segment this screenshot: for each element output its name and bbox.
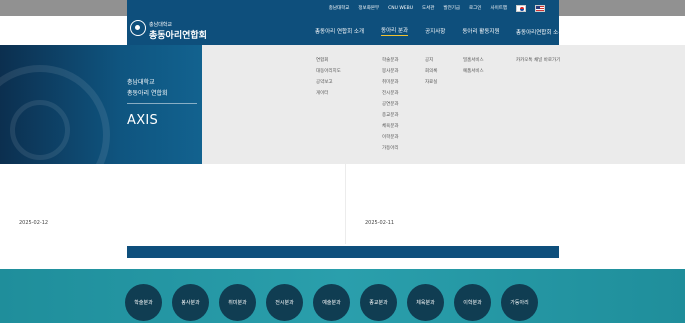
submenu-clubs: 학술분과 봉사분과 취미분과 전시분과 공연분과 종교분과 체육분과 이학분과 … [382, 58, 399, 152]
category-religion-button[interactable]: 종교분과 [360, 284, 397, 321]
logo-site-name[interactable]: 총동아리연합회 [149, 28, 207, 41]
submenu-item[interactable]: 카카오톡 채널 바로가기 [516, 58, 560, 64]
post-divider [345, 164, 346, 244]
submenu-item[interactable]: 대동아리지도 [316, 69, 341, 75]
utility-links: 충남대학교 정보화본부 CNU WEBU 도서관 발전기금 로그인 사이트맵 [329, 0, 545, 16]
submenu-item[interactable]: 이학분과 [382, 135, 399, 141]
category-hobby-button[interactable]: 취미분과 [219, 284, 256, 321]
util-link-webu[interactable]: CNU WEBU [388, 6, 413, 11]
category-science-button[interactable]: 이학분과 [454, 284, 491, 321]
submenu-item[interactable]: 체육분과 [382, 124, 399, 130]
logo-university-name[interactable]: 충남대학교 [149, 21, 172, 28]
submenu-item[interactable]: 학술분과 [382, 58, 399, 64]
submenu-item[interactable]: 종교분과 [382, 113, 399, 119]
util-link-fund[interactable]: 발전기금 [443, 5, 460, 11]
nav-item-communication[interactable]: 총동아리연합회 소통 [516, 28, 563, 36]
main-nav: 총동아리 연합회 소개 동아리 분과 공지사항 동아리 활동지원 [315, 16, 517, 45]
university-emblem-icon[interactable] [130, 20, 146, 36]
wreath-inner-decoration-icon [10, 100, 70, 160]
mega-menu-title-line2: 총동아리 연합회 [127, 90, 168, 97]
category-etc-button[interactable]: 가등아리 [501, 284, 538, 321]
utility-bar-inner: 충남대학교 정보화본부 CNU WEBU 도서관 발전기금 로그인 사이트맵 [127, 0, 559, 16]
mega-menu-hero [0, 45, 202, 164]
submenu-notice: 공지 회의록 자료실 [425, 58, 437, 86]
submenu-communication: 카카오톡 채널 바로가기 [516, 58, 560, 64]
submenu-item[interactable]: 회의록 [425, 69, 437, 75]
korean-flag-icon[interactable] [516, 4, 526, 12]
submenu-item[interactable]: 연합회 [316, 58, 341, 64]
category-volunteer-button[interactable]: 봉사분과 [172, 284, 209, 321]
nav-item-clubs[interactable]: 동아리 분과 [381, 26, 409, 36]
submenu-about: 연합회 대동아리지도 공약보고 게이터 [316, 58, 341, 97]
category-sports-button[interactable]: 체육분과 [407, 284, 444, 321]
submenu-item[interactable]: 공연분과 [382, 102, 399, 108]
util-link-info[interactable]: 정보화본부 [358, 5, 379, 11]
submenu-item[interactable]: 전시분과 [382, 91, 399, 97]
submenu-item[interactable]: 게이터 [316, 91, 341, 97]
post-date: 2025-02-11 [365, 220, 395, 226]
submenu-support: 밀홈서비스 예품서비스 [463, 58, 484, 75]
content-band [127, 246, 559, 258]
mega-menu-divider [127, 103, 197, 104]
util-link-sitemap[interactable]: 사이트맵 [490, 5, 507, 11]
submenu-item[interactable]: 예품서비스 [463, 69, 484, 75]
category-academic-button[interactable]: 학술분과 [125, 284, 162, 321]
submenu-item[interactable]: 봉사분과 [382, 69, 399, 75]
utility-bar: 충남대학교 정보화본부 CNU WEBU 도서관 발전기금 로그인 사이트맵 [0, 0, 685, 16]
nav-item-about[interactable]: 총동아리 연합회 소개 [315, 27, 364, 35]
category-exhibition-button[interactable]: 전시분과 [266, 284, 303, 321]
submenu-item[interactable]: 공약보고 [316, 80, 341, 86]
submenu-item[interactable]: 자료실 [425, 80, 437, 86]
mega-menu-axis-title: AXIS [127, 113, 159, 128]
submenu-item[interactable]: 공지 [425, 58, 437, 64]
nav-item-notice[interactable]: 공지사항 [425, 27, 445, 35]
nav-item-support[interactable]: 동아리 활동지원 [462, 27, 499, 35]
site-header: 충남대학교 총동아리연합회 총동아리 연합회 소개 동아리 분과 공지사항 동아… [127, 16, 559, 45]
us-flag-icon[interactable] [535, 4, 545, 12]
submenu-item[interactable]: 취미분과 [382, 80, 399, 86]
util-link-library[interactable]: 도서관 [422, 5, 434, 11]
category-circles: 학술분과 봉사분과 취미분과 전시분과 예술분과 종교분과 체육분과 이학분과 … [125, 284, 538, 321]
util-link-login[interactable]: 로그인 [469, 5, 481, 11]
submenu-item[interactable]: 가등아리 [382, 146, 399, 152]
post-date: 2025-02-12 [19, 220, 49, 226]
category-art-button[interactable]: 예술분과 [313, 284, 350, 321]
submenu-item[interactable]: 밀홈서비스 [463, 58, 484, 64]
util-link-cnu[interactable]: 충남대학교 [329, 5, 350, 11]
mega-menu-title-line1: 충남대학교 [127, 79, 155, 86]
